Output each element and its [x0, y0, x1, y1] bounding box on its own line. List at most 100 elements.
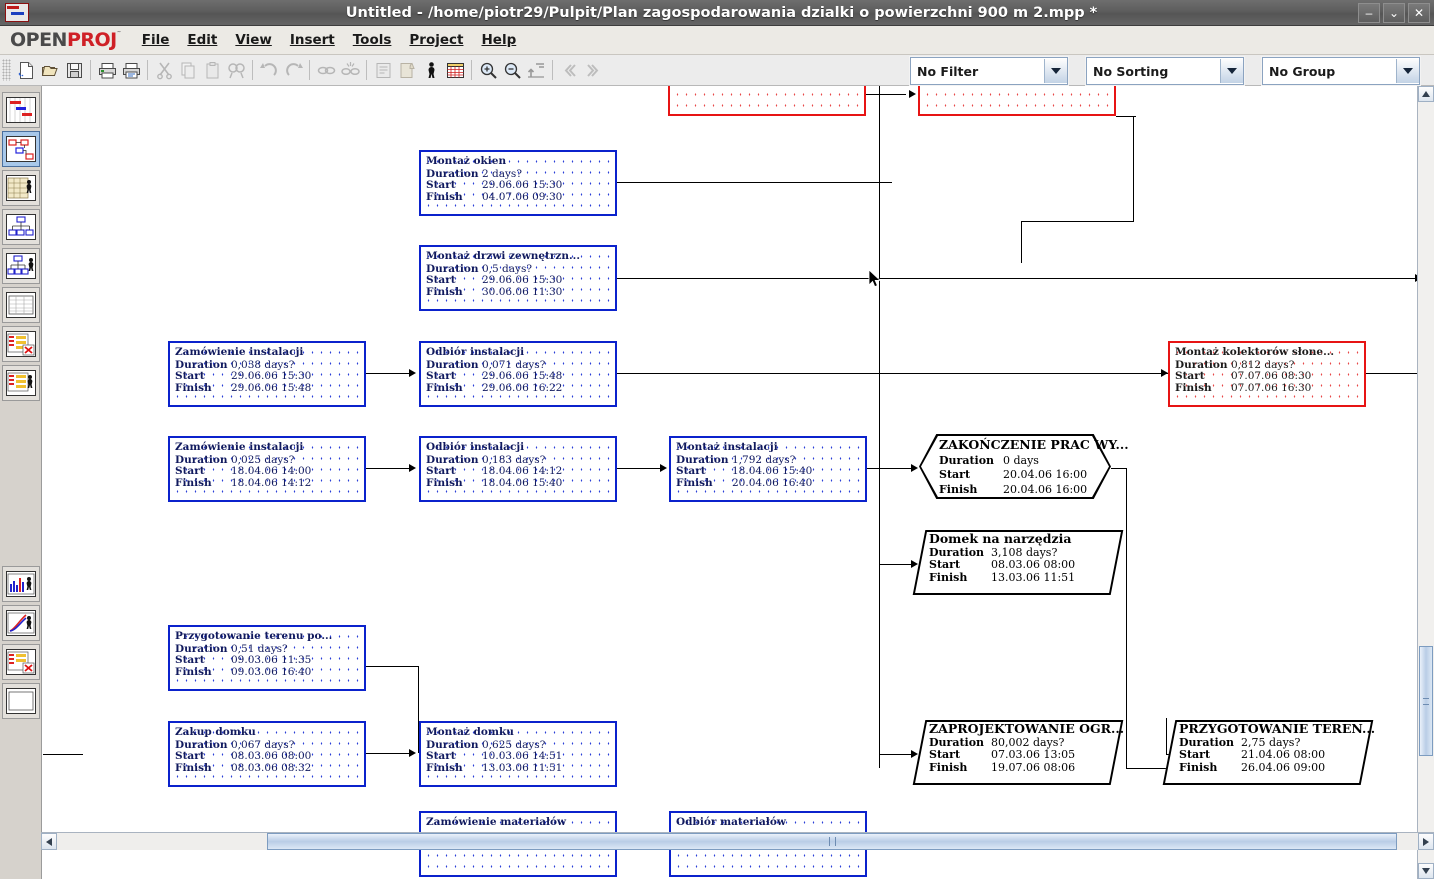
menu-item-help[interactable]: Help [472, 29, 525, 51]
network-node[interactable]: Start03.07.06 08:00 Finish07.07.06 08:30 [918, 86, 1116, 116]
network-node[interactable]: Przygotowanie terenu po... Duration0,51 … [168, 625, 366, 691]
scroll-down-icon[interactable] [1418, 863, 1434, 879]
save-icon[interactable] [62, 58, 86, 82]
network-node-summary[interactable]: ZAPROJEKTOWANIE OGR... Duration80,002 da… [919, 720, 1117, 785]
network-node[interactable]: Montaż drzwi zewnętrzn... Duration0,5 da… [419, 245, 617, 311]
sidebar-item-view-resource-usage-detail[interactable] [2, 326, 40, 362]
menu-item-tools[interactable]: Tools [344, 29, 401, 51]
network-node[interactable]: Montaż domku Duration0,625 days? Start10… [419, 721, 617, 787]
connector-line [1366, 373, 1418, 374]
zoom-out-icon[interactable] [500, 58, 524, 82]
node-value-finish: 08.03.06 08:32 [231, 763, 359, 775]
node-value-finish: 04.07.06 09:30 [482, 192, 610, 204]
node-label-start: Start [426, 275, 482, 287]
connector-arrow [911, 560, 918, 568]
group-dropdown[interactable]: No Group [1262, 57, 1420, 85]
node-title: Domek na narzędzia [929, 533, 1075, 547]
node-label-finish: Finish [929, 572, 991, 585]
connector-arrow [911, 750, 918, 758]
menu-item-insert[interactable]: Insert [281, 29, 344, 51]
logo-open: OPEN [10, 29, 67, 51]
connector-line [879, 564, 911, 565]
menu-item-project[interactable]: Project [400, 29, 472, 51]
chevron-down-icon[interactable] [1396, 59, 1419, 83]
node-title: Montaż kolektorów słone... [1175, 347, 1359, 360]
sidebar-item-view-wbs[interactable] [2, 209, 40, 245]
node-label-finish: Finish [676, 478, 732, 490]
print-preview-icon[interactable] [119, 58, 143, 82]
chevron-down-icon[interactable] [1044, 59, 1067, 83]
calendar-icon[interactable] [443, 58, 467, 82]
network-node[interactable]: Zamówienie instalacji Duration0,025 days… [168, 436, 366, 502]
horizontal-scroll-thumb[interactable] [267, 833, 1397, 850]
close-icon[interactable]: ✕ [1408, 3, 1430, 23]
horizontal-scrollbar[interactable] [41, 832, 1434, 850]
network-node[interactable]: Montaż kolektorów słone... Duration0,812… [1168, 341, 1366, 407]
scroll-up-icon[interactable] [1418, 86, 1434, 102]
menu-item-view[interactable]: View [226, 29, 280, 51]
sidebar-item-view-histogram[interactable] [2, 566, 40, 602]
network-node-summary[interactable]: Domek na narzędzia Duration3,108 days? S… [919, 530, 1117, 595]
node-label-finish: Finish [175, 478, 231, 490]
vertical-scroll-thumb[interactable] [1419, 646, 1433, 756]
connector-arrow [409, 369, 416, 377]
network-node-summary[interactable]: PRZYGOTOWANIE TEREN... Duration2,75 days… [1169, 720, 1367, 785]
node-title: Zamówienie instalacji [175, 442, 359, 455]
node-label-duration: Duration [939, 455, 1001, 468]
sidebar-item-view-resource-sheet[interactable] [2, 644, 40, 680]
new-project-icon[interactable] [14, 58, 38, 82]
node-label-start: Start [426, 466, 482, 478]
sidebar-item-view-task-usage[interactable] [2, 170, 40, 206]
network-node[interactable]: Odbiór instalacji Duration0,071 days? St… [419, 341, 617, 407]
window-title: Untitled - /home/piotr29/Pulpit/Plan zag… [29, 5, 1434, 21]
node-label-start: Start [175, 371, 231, 383]
sidebar-item-view-extra[interactable] [2, 683, 40, 719]
minimize-icon[interactable]: – [1358, 3, 1380, 23]
print-icon[interactable] [95, 58, 119, 82]
node-title: Montaż drzwi zewnętrzn... [426, 251, 610, 264]
network-node-milestone[interactable]: ZAKOŃCZENIE PRAC WY... Duration0 days St… [919, 434, 1111, 499]
sorting-dropdown[interactable]: No Sorting [1086, 57, 1244, 85]
connector-line [617, 278, 1418, 279]
paste-icon [200, 58, 224, 82]
network-node[interactable]: Start29.06.06 15:30 Finish30.06.06 16:30 [668, 86, 866, 116]
network-diagram-pane[interactable]: Start29.06.06 15:30 Finish30.06.06 16:30… [42, 86, 1434, 879]
window-controls: – ⌄ ✕ [1358, 3, 1430, 23]
toolbar-separator [252, 60, 253, 80]
node-value-start: 18.04.06 14:12 [482, 466, 610, 478]
sidebar-item-view-gantt[interactable] [2, 92, 40, 128]
network-node[interactable]: Odbiór instalacji Duration0,183 days? St… [419, 436, 617, 502]
sidebar-item-view-chart[interactable] [2, 605, 40, 641]
outline-icon[interactable] [524, 58, 548, 82]
sidebar-item-view-network[interactable] [2, 131, 40, 167]
network-node[interactable]: Montaż instalacji Duration1,792 days? St… [669, 436, 867, 502]
chevron-down-icon[interactable] [1220, 59, 1243, 83]
zoom-in-icon[interactable] [476, 58, 500, 82]
menu-item-edit[interactable]: Edit [178, 29, 226, 51]
network-diagram-canvas[interactable]: Start29.06.06 15:30 Finish30.06.06 16:30… [43, 86, 1418, 879]
filter-dropdown[interactable]: No Filter [910, 57, 1068, 85]
scroll-left-icon[interactable] [41, 833, 57, 850]
menu-label-insert: Insert [290, 32, 335, 48]
network-node[interactable]: Montaż okien Duration2 days? Start29.06.… [419, 150, 617, 216]
network-node[interactable]: Zamówienie instalacji Duration0,038 days… [168, 341, 366, 407]
network-node[interactable]: Zakup domku Duration0,067 days? Start08.… [168, 721, 366, 787]
scroll-right-icon[interactable] [1418, 833, 1434, 850]
sidebar-item-view-task-sheet[interactable] [2, 287, 40, 323]
menu-item-file[interactable]: File [133, 29, 179, 51]
menu-label-tools: Tools [353, 32, 392, 48]
horizontal-scroll-track[interactable] [57, 833, 1418, 850]
sidebar-item-view-resource-usage[interactable] [2, 365, 40, 401]
node-title: Odbiór materiałów [676, 817, 860, 830]
open-project-icon[interactable] [38, 58, 62, 82]
sidebar-item-view-rbs[interactable] [2, 248, 40, 284]
restore-icon[interactable]: ⌄ [1383, 3, 1405, 23]
previous-icon [557, 58, 581, 82]
connector-arrow [909, 90, 916, 98]
node-label-finish: Finish [426, 192, 482, 204]
toolbar-drag-handle[interactable] [2, 59, 11, 81]
node-grid [670, 86, 864, 114]
assign-resources-icon[interactable] [419, 58, 443, 82]
node-title: Zamówienie materiałów [426, 817, 610, 830]
vertical-scrollbar[interactable] [1417, 86, 1434, 879]
